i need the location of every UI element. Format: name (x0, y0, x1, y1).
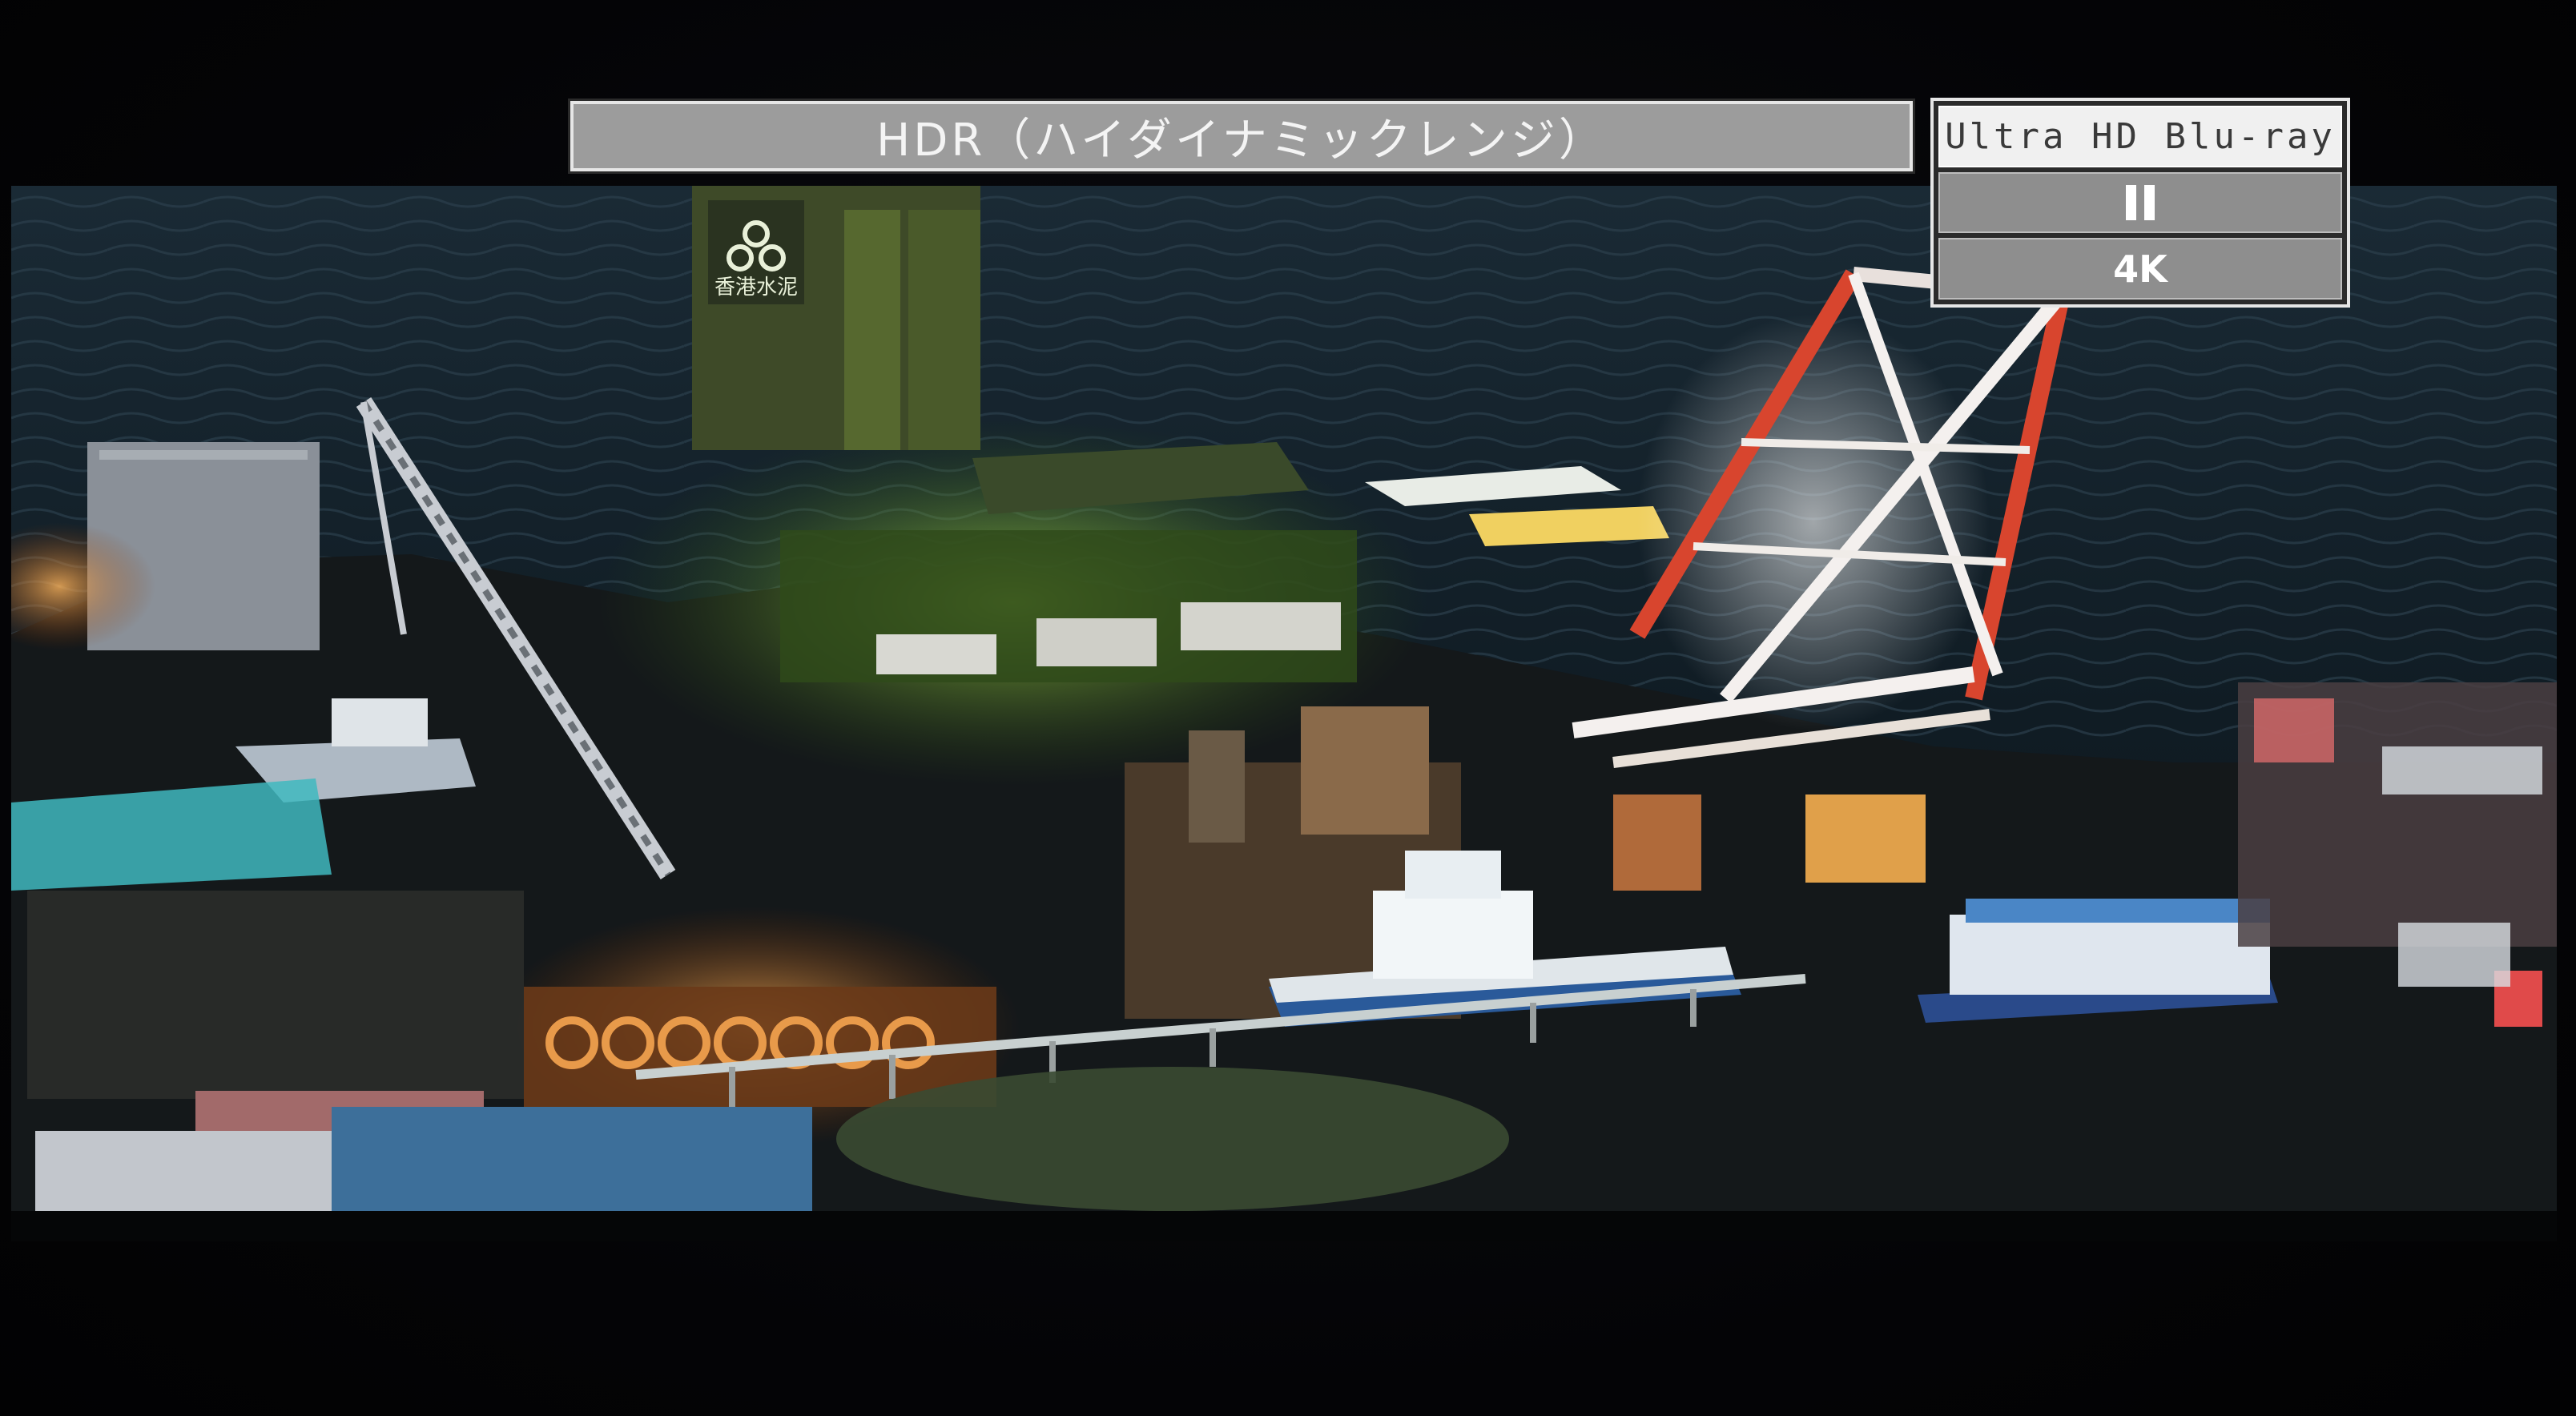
pause-icon (2126, 185, 2155, 220)
resolution-label: 4K (2113, 247, 2167, 291)
play-state-indicator (1938, 171, 2342, 234)
harbor-night-scene: 香港水泥 (11, 186, 2557, 1241)
hdr-label: HDR（ハイダイナミックレンジ） (876, 114, 1607, 167)
playback-info-panel: Ultra HD Blu-ray 4K (1930, 98, 2350, 308)
source-label: Ultra HD Blu-ray (1945, 115, 2336, 157)
ferry-right (1918, 899, 2278, 1023)
video-frame: 香港水泥 (11, 186, 2557, 1241)
hdr-banner: HDR（ハイダイナミックレンジ） (570, 101, 1913, 171)
cement-silo: 香港水泥 (692, 186, 980, 450)
tv-screen: 香港水泥 HDR（ハイダイナミックレンジ） Ultra HD Blu-ray 4… (0, 0, 2576, 1416)
signage-text: 香港水泥 (714, 276, 798, 300)
source-indicator: Ultra HD Blu-ray (1938, 106, 2342, 167)
resolution-indicator: 4K (1938, 238, 2342, 300)
